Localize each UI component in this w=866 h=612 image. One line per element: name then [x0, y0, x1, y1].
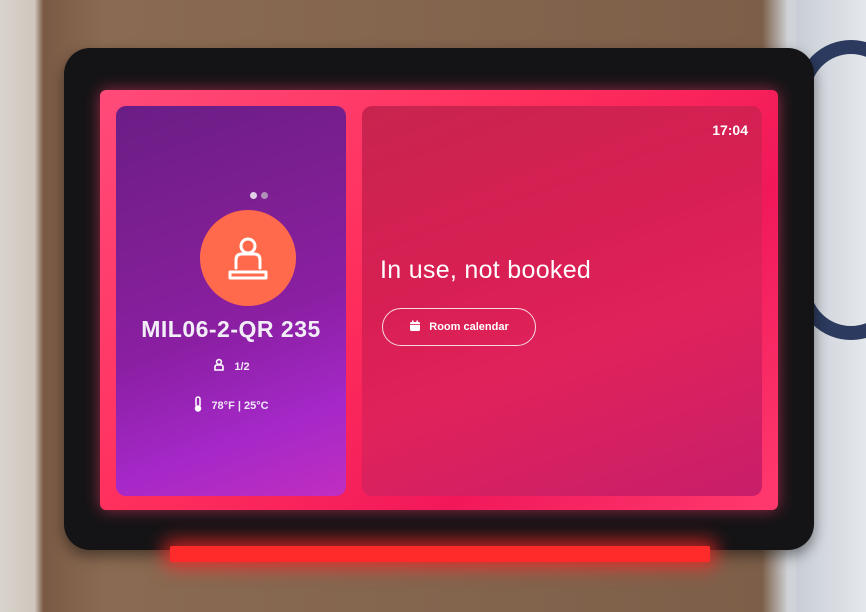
room-status: In use, not booked: [380, 256, 592, 284]
person-icon: [200, 210, 296, 306]
room-calendar-label: Room calendar: [429, 321, 509, 333]
room-calendar-button[interactable]: Room calendar: [382, 308, 536, 346]
status-light-bar: [170, 546, 710, 562]
touch-screen: MIL06-2-QR 235 1/2 78°F | 25°C 17:04 In …: [100, 90, 778, 510]
room-info-panel: MIL06-2-QR 235 1/2 78°F | 25°C: [116, 106, 346, 496]
temperature-value: 78°F | 25°C: [211, 399, 269, 412]
thermometer-icon: [193, 396, 203, 415]
occupancy-row: 1/2: [116, 358, 346, 375]
page-dot[interactable]: [261, 192, 268, 199]
person-icon: [212, 358, 226, 375]
page-dot-active[interactable]: [250, 192, 257, 199]
room-name: MIL06-2-QR 235: [141, 316, 321, 342]
status-panel: 17:04 In use, not booked Room calendar: [362, 106, 762, 496]
calendar-icon: [409, 320, 421, 335]
clock: 17:04: [712, 122, 748, 138]
occupancy-count: 1/2: [234, 360, 250, 373]
page-indicator: [250, 192, 268, 199]
temperature-row: 78°F | 25°C: [116, 396, 346, 415]
